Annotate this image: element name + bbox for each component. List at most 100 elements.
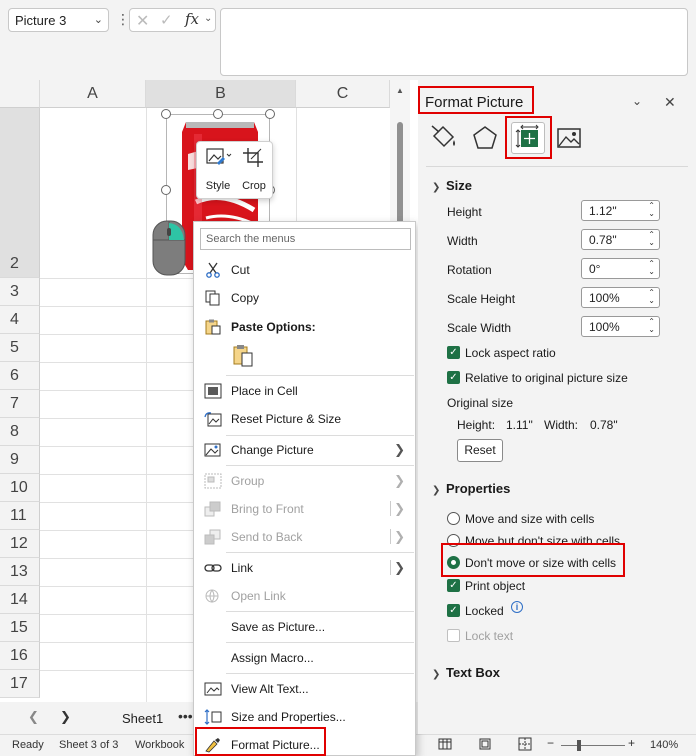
menu-item-link[interactable]: Link ❯ [194, 554, 415, 582]
tab-size-properties[interactable] [511, 122, 545, 154]
menu-item-open-link[interactable]: Open Link [194, 582, 415, 610]
more-sheets-button[interactable]: ••• [178, 708, 193, 724]
width-spinner[interactable]: 0.78" ⌃ ⌄ [581, 229, 660, 250]
more-vertical-icon[interactable]: ⋮ [116, 11, 130, 28]
menu-item-cut[interactable]: Cut [194, 256, 415, 284]
menu-item-change-picture[interactable]: Change Picture ❯ [194, 436, 415, 464]
chevron-down-icon[interactable]: ⌄ [94, 13, 103, 26]
spinner-arrows-icon[interactable]: ⌃ ⌄ [648, 318, 655, 334]
menu-item-copy[interactable]: Copy [194, 284, 415, 312]
properties-section-header[interactable]: ❯ Properties [432, 481, 510, 496]
scroll-up-icon[interactable]: ▲ [396, 86, 404, 95]
scale-height-spinner[interactable]: 100% ⌃ ⌄ [581, 287, 660, 308]
checkbox-label: Relative to original picture size [465, 371, 628, 385]
menu-separator [226, 611, 414, 612]
checkbox-label: Lock text [465, 629, 514, 643]
row-header-13[interactable]: 13 [0, 558, 40, 586]
page-break-view-icon[interactable] [518, 737, 532, 754]
select-all-corner[interactable] [0, 80, 40, 108]
rotation-spinner[interactable]: 0° ⌃ ⌄ [581, 258, 660, 279]
row-header-8[interactable]: 8 [0, 418, 40, 446]
chevron-down-icon[interactable]: ⌄ [204, 13, 212, 24]
menu-item-label: Size and Properties... [231, 710, 346, 724]
zoom-slider[interactable] [561, 745, 625, 746]
row-header-6[interactable]: 6 [0, 362, 40, 390]
normal-view-icon[interactable] [438, 737, 452, 754]
column-header-c[interactable]: C [296, 80, 390, 108]
row-header-7[interactable]: 7 [0, 390, 40, 418]
size-section-header[interactable]: ❯ Size [432, 178, 472, 193]
height-spinner[interactable]: 1.12" ⌃ ⌄ [581, 200, 660, 221]
menu-item-group[interactable]: Group ❯ [194, 467, 415, 495]
row-header-4[interactable]: 4 [0, 306, 40, 334]
tab-picture[interactable] [552, 122, 586, 154]
checkbox-checked-icon: ✓ [447, 371, 460, 384]
height-label: Height [447, 205, 482, 219]
menu-item-send-to-back[interactable]: Send to Back ❯ [194, 523, 415, 551]
tab-effects[interactable] [468, 122, 502, 154]
close-icon[interactable]: ✕ [664, 94, 676, 111]
menu-item-size-and-properties[interactable]: Size and Properties... [194, 703, 415, 731]
zoom-slider-thumb[interactable] [577, 740, 581, 751]
formula-input[interactable] [220, 8, 688, 76]
menu-item-bring-to-front[interactable]: Bring to Front ❯ [194, 495, 415, 523]
row-header-2[interactable]: 2 [0, 108, 40, 278]
spinner-arrows-icon[interactable]: ⌃ ⌄ [648, 289, 655, 305]
section-label: Text Box [446, 665, 500, 680]
name-box[interactable]: Picture 3 ⌄ [8, 8, 109, 32]
dont-move-or-size-radio[interactable]: Don't move or size with cells [447, 556, 617, 572]
row-header-3[interactable]: 3 [0, 278, 40, 306]
resize-handle-top-right[interactable] [265, 109, 275, 119]
spinner-arrows-icon[interactable]: ⌃ ⌄ [648, 231, 655, 247]
enter-check-icon[interactable]: ✓ [160, 11, 173, 29]
cancel-icon[interactable]: ✕ [136, 11, 149, 31]
alt-text-icon [204, 682, 222, 696]
spinner-arrows-icon[interactable]: ⌃ ⌄ [648, 260, 655, 276]
pane-options-chevron-icon[interactable]: ⌄ [632, 94, 642, 108]
row-header-16[interactable]: 16 [0, 642, 40, 670]
scale-width-spinner[interactable]: 100% ⌃ ⌄ [581, 316, 660, 337]
menu-item-format-picture[interactable]: Format Picture... [194, 731, 415, 756]
row-header-9[interactable]: 9 [0, 446, 40, 474]
column-header-a[interactable]: A [40, 80, 146, 108]
tab-scroll-left-icon[interactable]: ❮ [28, 709, 39, 725]
width-value: 0.78" [589, 233, 617, 247]
reset-button[interactable]: Reset [457, 439, 503, 462]
tab-fill-line[interactable] [426, 122, 460, 154]
menu-item-place-in-cell[interactable]: Place in Cell [194, 377, 415, 405]
zoom-in-icon[interactable]: + [628, 736, 635, 750]
menu-item-save-as-picture[interactable]: Save as Picture... [194, 613, 415, 641]
menu-item-reset-picture[interactable]: Reset Picture & Size [194, 405, 415, 433]
insert-function-button[interactable]: fx [185, 10, 199, 28]
paste-option-button[interactable] [231, 344, 255, 368]
zoom-out-icon[interactable]: − [547, 736, 554, 750]
row-header-17[interactable]: 17 [0, 670, 40, 698]
menu-item-assign-macro[interactable]: Assign Macro... [194, 644, 415, 672]
row-header-10[interactable]: 10 [0, 474, 40, 502]
zoom-level[interactable]: 140% [650, 739, 678, 751]
info-icon[interactable]: i [511, 601, 523, 613]
row-header-5[interactable]: 5 [0, 334, 40, 362]
menu-item-label: Bring to Front [231, 502, 304, 516]
row-header-12[interactable]: 12 [0, 530, 40, 558]
text-box-section-header[interactable]: ❯ Text Box [432, 665, 500, 680]
resize-handle-top[interactable] [213, 109, 223, 119]
row-header-11[interactable]: 11 [0, 502, 40, 530]
page-layout-view-icon[interactable] [478, 737, 492, 754]
checkbox-unchecked-icon [447, 629, 460, 642]
spinner-arrows-icon[interactable]: ⌃ ⌄ [648, 202, 655, 218]
row-header-15[interactable]: 15 [0, 614, 40, 642]
style-button[interactable]: Style [201, 146, 235, 196]
row-header-14[interactable]: 14 [0, 586, 40, 614]
scroll-thumb[interactable] [397, 122, 403, 232]
menu-search-input[interactable]: Search the menus [200, 228, 411, 250]
crop-button[interactable]: Crop [237, 146, 271, 196]
tab-scroll-right-icon[interactable]: ❯ [60, 709, 71, 725]
sheet-tab-sheet1[interactable]: Sheet1 [122, 711, 163, 726]
resize-handle-top-left[interactable] [161, 109, 171, 119]
menu-item-label: Link [231, 561, 254, 575]
menu-item-view-alt-text[interactable]: View Alt Text... [194, 675, 415, 703]
resize-handle-left[interactable] [161, 185, 171, 195]
checkbox-label: Print object [465, 579, 526, 593]
column-header-b[interactable]: B [146, 80, 296, 108]
